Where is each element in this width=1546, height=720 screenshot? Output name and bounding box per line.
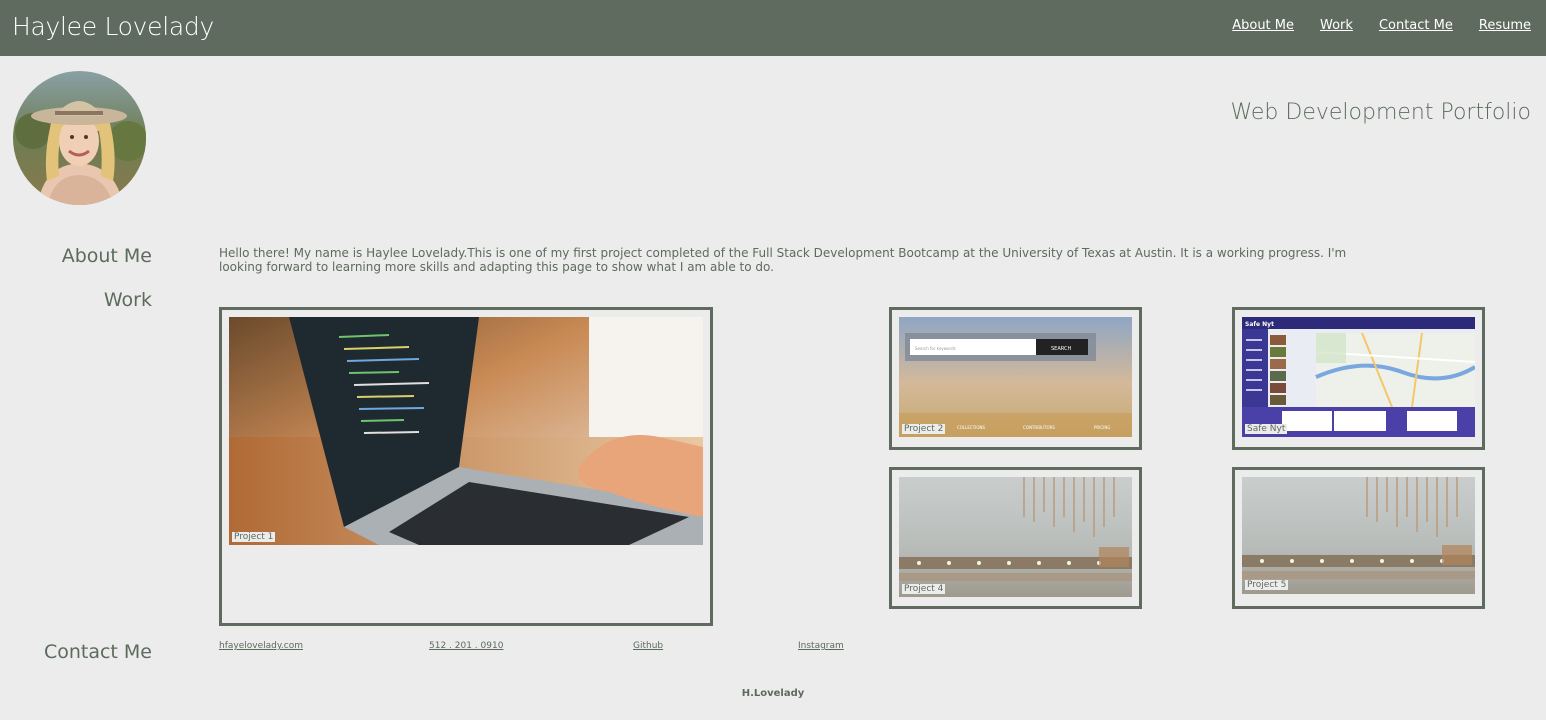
circuit-board-image [1242,477,1475,594]
circuit-board-image [899,477,1132,597]
nav-link-contact-me[interactable]: Contact Me [1379,18,1453,33]
project-card-4[interactable]: Project 4 [889,467,1142,609]
safe-nyt-logo: Safe Nyt [1245,321,1274,328]
nav-link-work[interactable]: Work [1320,18,1353,33]
project-1-label: Project 1 [232,532,276,542]
project-5-thumbnail[interactable] [1242,477,1475,594]
project-5-label: Project 5 [1245,580,1289,590]
avatar [13,71,146,205]
project-2-search-button: SEARCH [1051,346,1071,352]
project-4-thumbnail[interactable] [899,477,1132,597]
project-2-nav-pricing: PRICING [1094,425,1110,430]
project-2-nav-collections: COLLECTIONS [957,425,985,430]
project-3-label: Safe Nyt [1245,424,1288,434]
project-card-2[interactable]: Search for keywords SEARCH COLLECTIONS C… [889,307,1142,450]
project-2-label: Project 2 [902,424,946,434]
project-card-3[interactable]: Safe Nyt Safe Nyt [1232,307,1485,450]
safe-nyt-screenshot: Safe Nyt [1242,317,1475,437]
project-3-thumbnail[interactable]: Safe Nyt [1242,317,1475,437]
contact-github-link[interactable]: Github [633,641,663,651]
project-4-label: Project 4 [902,584,946,594]
nav-link-resume[interactable]: Resume [1479,18,1531,33]
about-me-heading: About Me [61,245,152,267]
contact-phone-link[interactable]: 512 . 201 . 0910 [429,641,503,651]
project-card-1[interactable]: Project 1 [219,307,713,626]
contact-instagram-link[interactable]: Instagram [798,641,844,651]
main-nav: About Me Work Contact Me Resume [1232,18,1531,33]
project-2-nav-contributors: CONTRIBUTORS [1023,425,1055,430]
site-title[interactable]: Haylee Lovelady [12,12,214,41]
contact-me-heading: Contact Me [43,641,152,663]
contact-links: hfayelovelady.com 512 . 201 . 0910 Githu… [219,641,919,655]
profile-photo [13,71,146,205]
project-2-screenshot: Search for keywords SEARCH COLLECTIONS C… [899,317,1132,437]
about-me-text: Hello there! My name is Haylee Lovelady.… [219,246,1347,274]
project-card-5[interactable]: Project 5 [1232,467,1485,609]
project-2-thumbnail[interactable]: Search for keywords SEARCH COLLECTIONS C… [899,317,1132,437]
page-subtitle: Web Development Portfolio [1230,100,1531,125]
work-heading: Work [103,289,152,311]
top-nav-bar: Haylee Lovelady About Me Work Contact Me… [0,0,1546,56]
contact-email-link[interactable]: hfayelovelady.com [219,641,303,651]
project-1-thumbnail[interactable] [229,317,703,545]
project-2-search-placeholder: Search for keywords [915,346,956,351]
nav-link-about-me[interactable]: About Me [1232,18,1294,33]
laptop-coding-image [229,317,703,545]
footer-text: H.Lovelady [741,688,805,699]
